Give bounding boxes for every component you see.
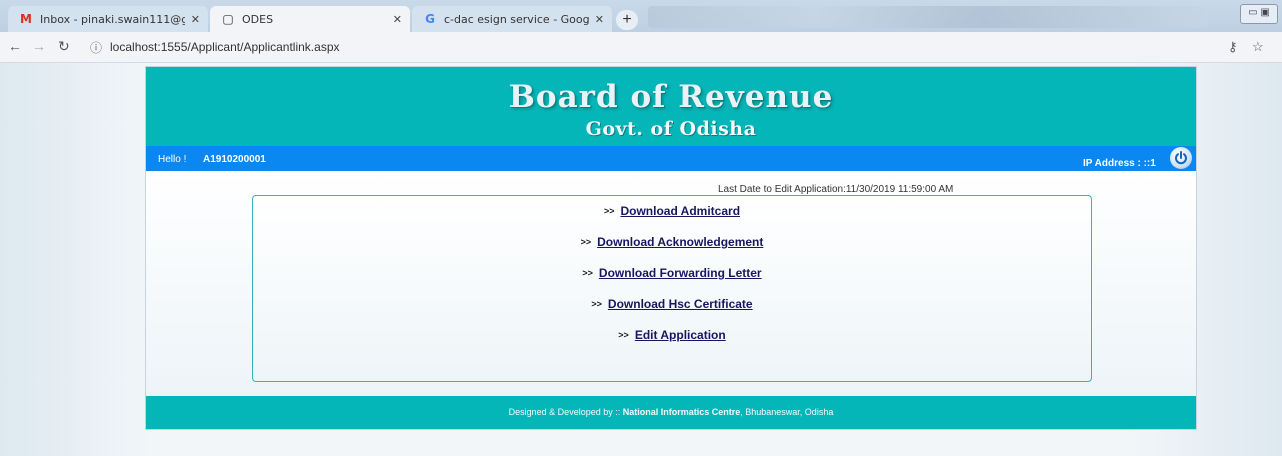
download-links-panel: >> Download Admitcard >> Download Acknowle… xyxy=(252,195,1092,382)
link-row: >> Download Acknowledgement xyxy=(253,235,1091,249)
logout-power-icon[interactable] xyxy=(1170,147,1192,169)
browser-tabstrip: M Inbox - pinaki.swain111@gmail.c ✕ ▢ OD… xyxy=(0,0,1282,32)
arrow-icon: >> xyxy=(591,299,602,309)
header-banner: Board of Revenue Govt. of Odisha xyxy=(146,67,1196,146)
footer-suffix: , Bhubaneswar, Odisha xyxy=(740,407,834,417)
gmail-icon: M xyxy=(20,12,32,26)
close-icon[interactable]: ✕ xyxy=(393,13,402,26)
info-icon[interactable]: ⓘ xyxy=(90,39,102,56)
edit-application-link[interactable]: Edit Application xyxy=(635,328,726,342)
link-row: >> Download Forwarding Letter xyxy=(253,266,1091,280)
tab-title: ODES xyxy=(242,12,274,26)
page-subtitle: Govt. of Odisha xyxy=(585,118,757,140)
close-icon[interactable]: ✕ xyxy=(191,13,200,26)
reload-icon[interactable]: ↻ xyxy=(58,38,70,55)
browser-toolbar: ← → ↻ ⓘ localhost:1555/Applicant/Applica… xyxy=(0,32,1282,63)
forward-arrow-icon[interactable]: → xyxy=(32,38,46,54)
url-text: localhost:1555/Applicant/Applicantlink.a… xyxy=(110,40,340,54)
close-icon[interactable]: ✕ xyxy=(595,13,604,26)
last-date-notice: Last Date to Edit Application:11/30/2019… xyxy=(718,184,954,195)
link-row: >> Download Hsc Certificate xyxy=(253,297,1091,311)
new-tab-button[interactable]: + xyxy=(616,10,638,30)
download-forwarding-letter-link[interactable]: Download Forwarding Letter xyxy=(599,266,762,280)
hello-label: Hello ! xyxy=(158,154,187,165)
tab-google-search[interactable]: G c-dac esign service - Google Sea ✕ xyxy=(412,6,612,32)
back-arrow-icon[interactable]: ← xyxy=(8,38,22,54)
page-title: Board of Revenue xyxy=(508,79,834,115)
page-container: Board of Revenue Govt. of Odisha Hello !… xyxy=(145,66,1197,430)
main-content: Last Date to Edit Application:11/30/2019… xyxy=(146,171,1196,396)
tab-title: c-dac esign service - Google Sea xyxy=(444,12,589,26)
user-bar: Hello ! A1910200001 IP Address : ::1 xyxy=(146,146,1196,171)
ip-address: IP Address : ::1 xyxy=(1083,158,1156,169)
tab-gmail-inbox[interactable]: M Inbox - pinaki.swain111@gmail.c ✕ xyxy=(8,6,208,32)
arrow-icon: >> xyxy=(582,268,593,278)
arrow-icon: >> xyxy=(618,330,629,340)
page-footer: Designed & Developed by :: National Info… xyxy=(146,396,1196,429)
footer-prefix: Designed & Developed by :: xyxy=(508,407,623,417)
link-row: >> Edit Application xyxy=(253,328,1091,342)
tab-odes[interactable]: ▢ ODES ✕ xyxy=(210,6,410,32)
star-icon[interactable]: ☆ xyxy=(1252,39,1264,55)
address-bar[interactable]: ⓘ localhost:1555/Applicant/Applicantlink… xyxy=(90,36,1220,58)
footer-organization: National Informatics Centre xyxy=(622,407,741,417)
download-acknowledgement-link[interactable]: Download Acknowledgement xyxy=(597,235,763,249)
arrow-icon: >> xyxy=(603,206,615,216)
document-icon: ▢ xyxy=(222,12,234,26)
key-icon[interactable]: ⚷ xyxy=(1228,39,1238,55)
link-row: >> Download Admitcard xyxy=(253,204,1091,218)
tab-title: Inbox - pinaki.swain111@gmail.c xyxy=(40,12,185,26)
download-hsc-certificate-link[interactable]: Download Hsc Certificate xyxy=(608,297,753,311)
arrow-icon: >> xyxy=(580,237,592,247)
window-controls[interactable]: ▭ ▣ xyxy=(1240,4,1278,24)
blurred-tab-area xyxy=(648,6,1208,28)
download-admitcard-link[interactable]: Download Admitcard xyxy=(620,204,740,218)
user-id: A1910200001 xyxy=(203,154,266,165)
google-icon: G xyxy=(425,12,435,26)
